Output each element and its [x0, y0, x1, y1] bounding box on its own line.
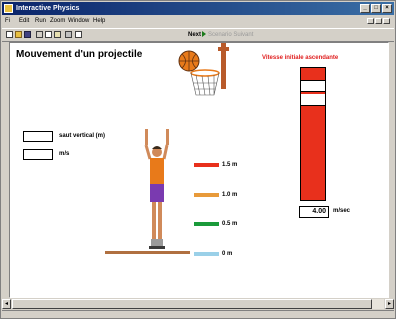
menu-item-help[interactable]: Help — [93, 16, 105, 27]
paste-icon[interactable] — [54, 31, 61, 38]
cut-icon[interactable] — [36, 31, 43, 38]
menu-item-run[interactable]: Run — [35, 16, 46, 27]
maximize-icon[interactable]: □ — [371, 4, 381, 13]
velocity-unit: m/sec — [333, 208, 351, 214]
vertical-jump-label: saut vertical (m) — [59, 133, 106, 139]
simulation-canvas: Mouvement d'un projectile Vitesse initia… — [9, 42, 389, 298]
window-controls: _ □ × — [360, 4, 392, 13]
scroll-left-icon[interactable]: ◂ — [2, 299, 11, 309]
status-bar — [2, 310, 394, 319]
menu-bar: Fi Edit Run Zoom Window Help — [2, 16, 394, 27]
height-label-0-5: 0.5 m — [222, 221, 238, 227]
height-marker-0 — [194, 252, 219, 256]
hoop-bracket — [218, 47, 229, 51]
height-marker-1-5 — [194, 163, 219, 167]
velocity-title: Vitesse initiale ascendante — [262, 55, 339, 61]
page-title: Mouvement d'un projectile — [16, 49, 143, 60]
scroll-right-icon[interactable]: ▸ — [385, 299, 394, 309]
menu-item-window[interactable]: Window — [68, 16, 89, 27]
velocity-value[interactable]: 4.00 — [299, 206, 329, 218]
floor-line — [105, 251, 190, 254]
height-label-1-5: 1.5 m — [222, 162, 238, 168]
save-icon[interactable] — [24, 31, 31, 38]
menu-item-edit[interactable]: Edit — [19, 16, 29, 27]
basketball-player[interactable] — [132, 127, 182, 253]
speed-field[interactable] — [23, 149, 53, 160]
scroll-thumb[interactable] — [12, 299, 372, 309]
horizontal-scrollbar[interactable]: ◂ ▸ — [2, 299, 394, 309]
menu-item-zoom[interactable]: Zoom — [50, 16, 65, 27]
doc-minimize-icon[interactable] — [367, 18, 374, 24]
new-file-icon[interactable] — [6, 31, 13, 38]
close-icon[interactable]: × — [382, 4, 392, 13]
height-label-1-0: 1.0 m — [222, 192, 238, 198]
speed-label: m/s — [59, 151, 70, 157]
minimize-icon[interactable]: _ — [360, 4, 370, 13]
next-button[interactable]: Next — [188, 30, 207, 40]
vertical-jump-field[interactable] — [23, 131, 53, 142]
basketball[interactable] — [178, 50, 200, 72]
app-icon — [4, 4, 13, 13]
toolbar: Next Scenario Suivant — [2, 28, 394, 42]
velocity-gauge[interactable] — [300, 67, 326, 201]
help-icon[interactable] — [75, 31, 82, 38]
print-icon[interactable] — [65, 31, 72, 38]
height-label-0: 0 m — [222, 251, 233, 257]
menu-item-file[interactable]: Fi — [5, 16, 10, 27]
play-icon — [202, 31, 207, 38]
height-marker-0-5 — [194, 222, 219, 226]
next-label: Next — [188, 32, 202, 38]
document-window-controls — [367, 18, 390, 24]
height-marker-1-0 — [194, 193, 219, 197]
window-title: Interactive Physics — [16, 5, 80, 12]
doc-close-icon[interactable] — [383, 18, 390, 24]
copy-icon[interactable] — [45, 31, 52, 38]
doc-restore-icon[interactable] — [375, 18, 382, 24]
title-bar[interactable]: Interactive Physics _ □ × — [2, 2, 394, 15]
open-folder-icon[interactable] — [15, 31, 22, 38]
app-window: Interactive Physics _ □ × Fi Edit Run Zo… — [0, 0, 396, 319]
next-scenario-button: Scenario Suivant — [208, 32, 254, 38]
